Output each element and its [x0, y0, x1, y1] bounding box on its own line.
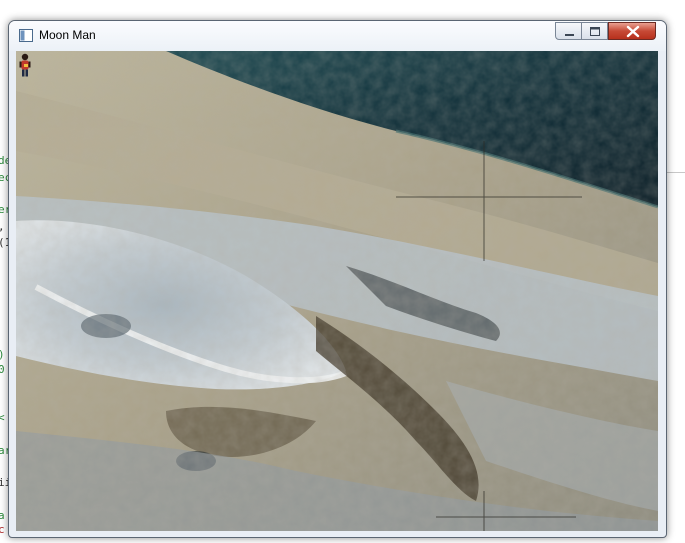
player-icon — [19, 53, 31, 77]
maximize-button[interactable] — [582, 22, 608, 40]
editor-fragment: c — [0, 523, 5, 536]
app-icon — [19, 29, 33, 42]
editor-fragment: 0 — [0, 363, 5, 376]
app-window: Moon Man — [8, 20, 667, 538]
title-bar[interactable]: Moon Man — [9, 21, 666, 51]
minimize-button[interactable] — [555, 22, 582, 40]
minimize-icon — [565, 34, 574, 36]
maximize-icon — [590, 27, 600, 36]
game-viewport[interactable] — [16, 51, 658, 531]
editor-fragment: a — [0, 509, 5, 522]
close-button[interactable] — [608, 22, 656, 40]
editor-fragment: ) — [0, 349, 5, 361]
editor-fragment: , — [0, 221, 5, 233]
close-icon — [626, 25, 640, 38]
editor-fragment: < — [0, 411, 5, 424]
background-divider — [664, 172, 685, 173]
window-title: Moon Man — [39, 28, 96, 42]
lunar-terrain — [16, 51, 658, 531]
